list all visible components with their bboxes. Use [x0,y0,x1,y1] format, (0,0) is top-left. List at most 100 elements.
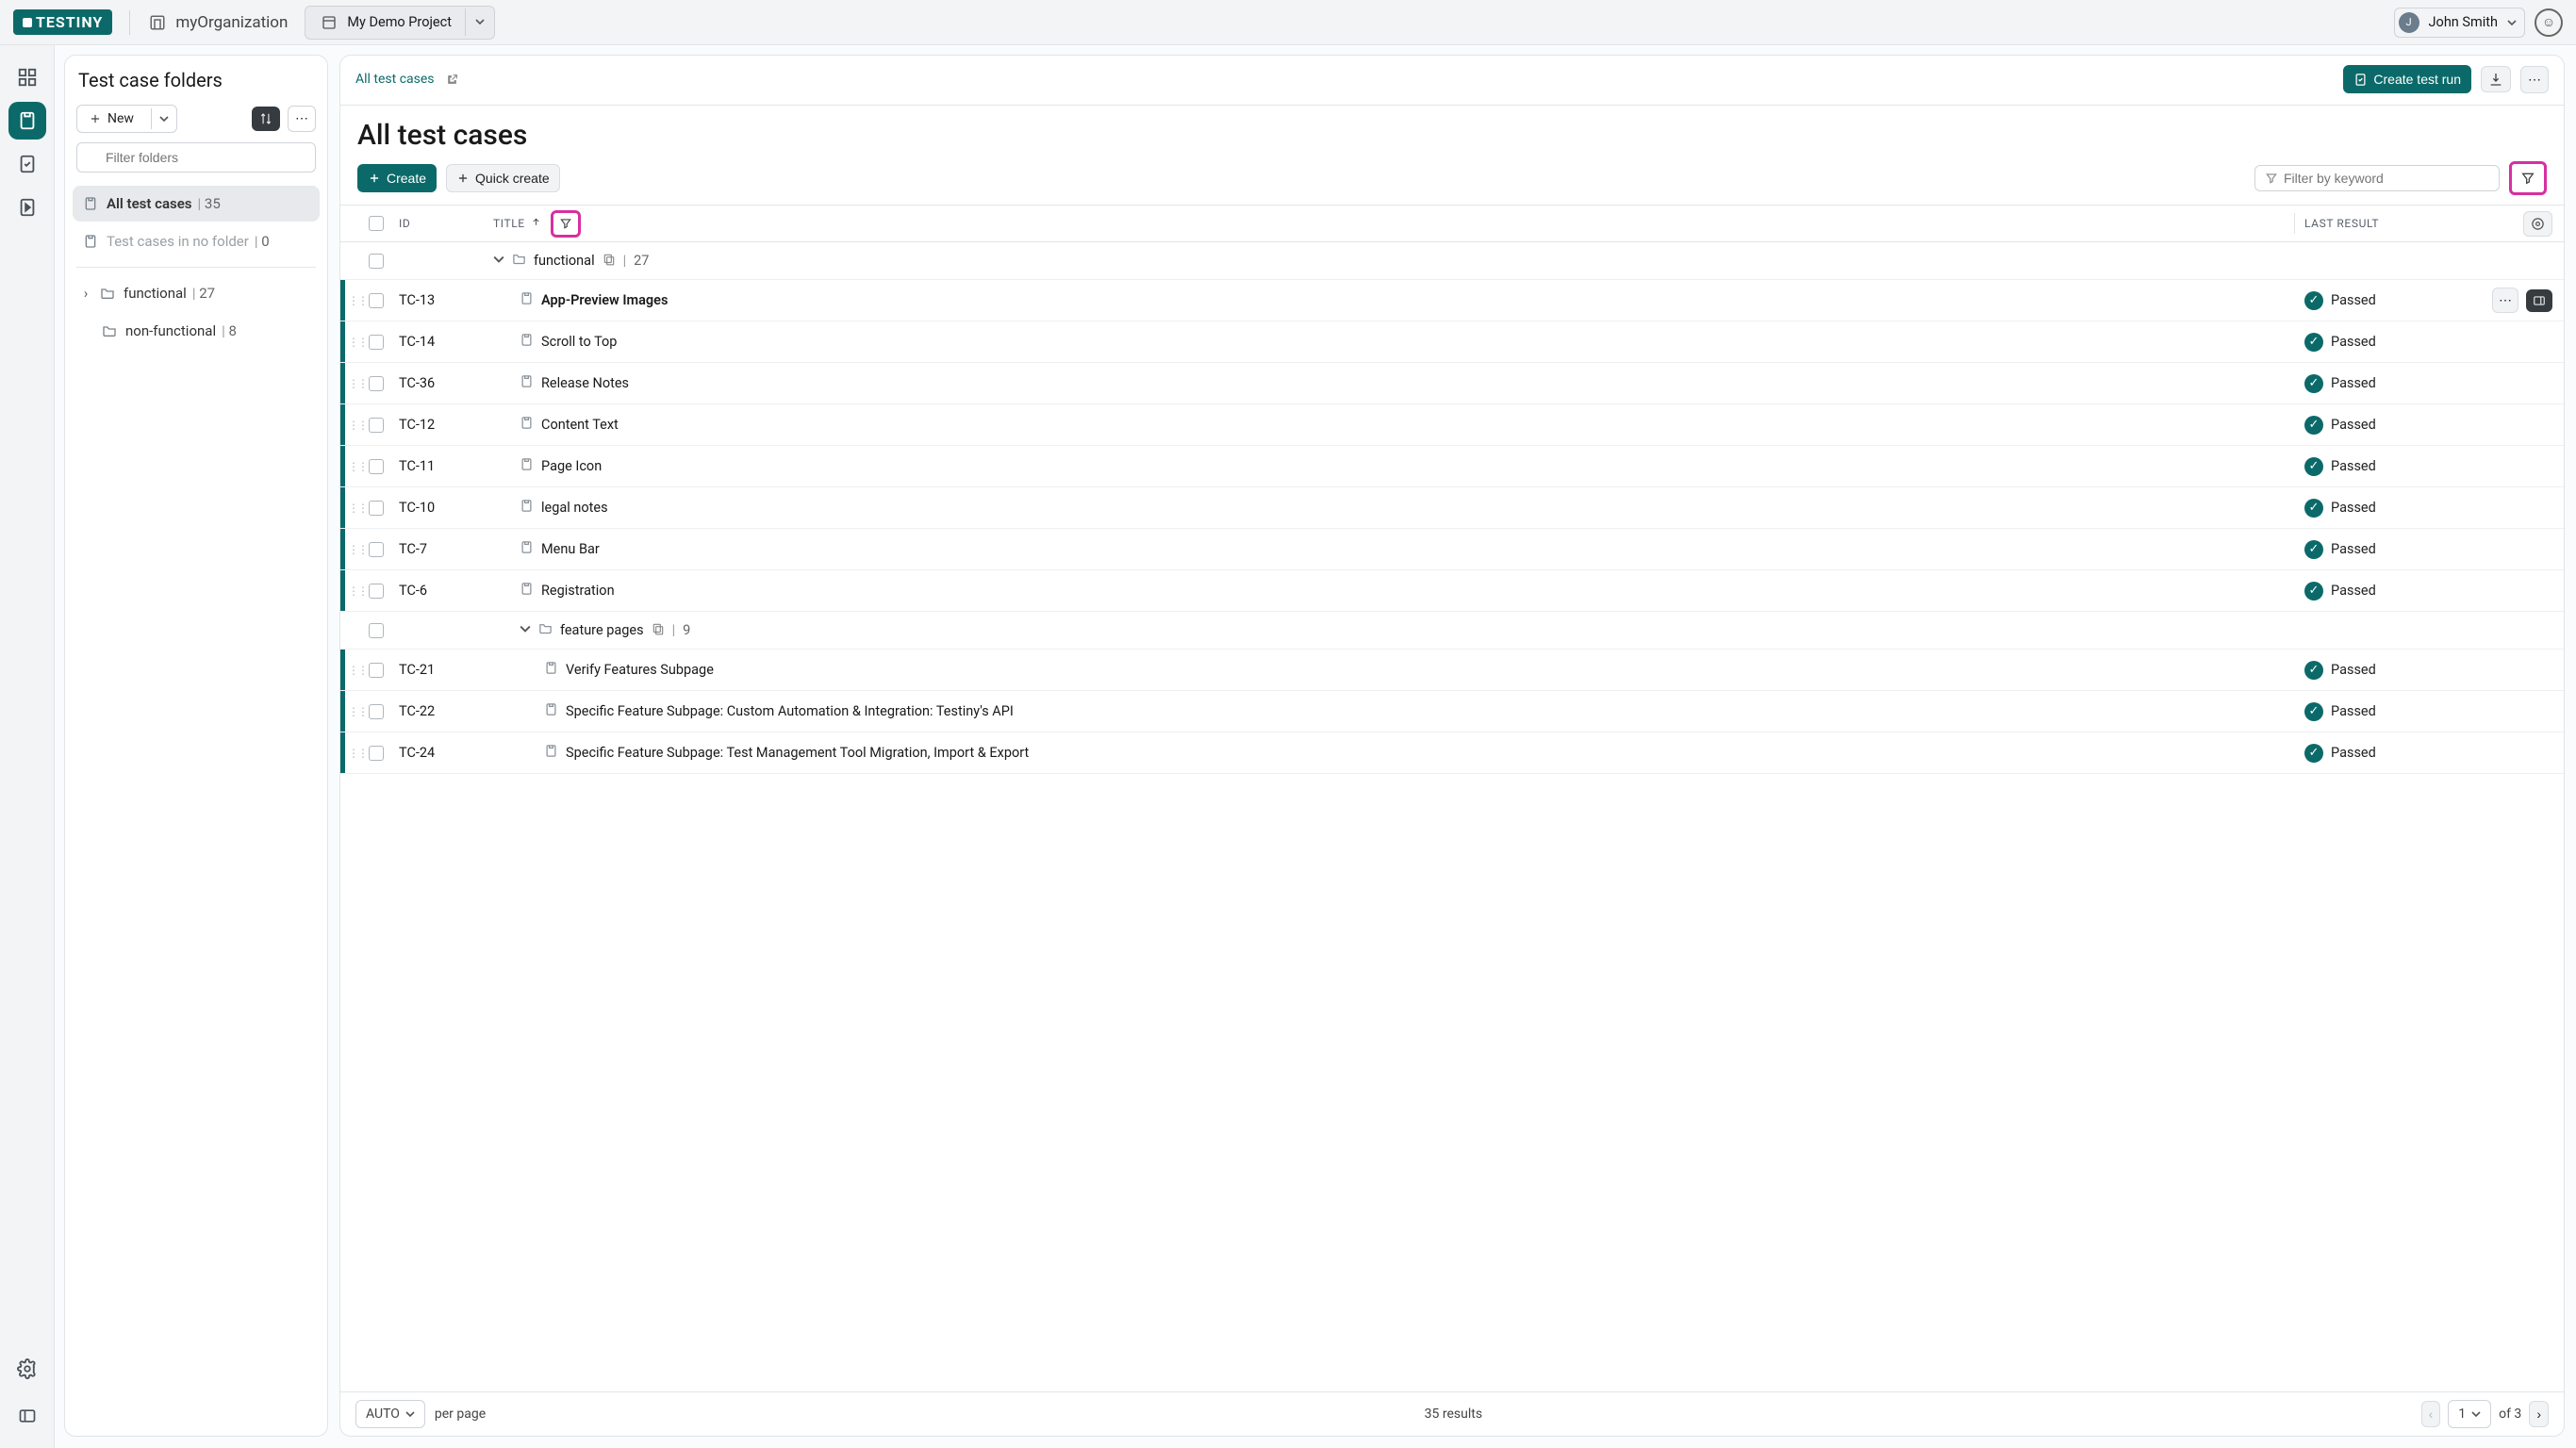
title-filter-button[interactable] [555,215,576,232]
drag-handle-icon[interactable]: ⋮⋮ [348,336,367,349]
rail-settings[interactable] [8,1350,46,1388]
table-row[interactable]: ⋮⋮ TC-22 Specific Feature Subpage: Custo… [340,691,2564,732]
folder-filter-input[interactable] [76,142,316,173]
table-row[interactable]: ⋮⋮ TC-36 Release Notes ✓ Passed [340,363,2564,404]
org-switch[interactable]: myOrganization [147,12,288,33]
page-size-select[interactable]: AUTO [355,1400,425,1428]
breadcrumb-item[interactable]: All test cases [355,72,435,87]
row-checkbox[interactable] [369,254,384,269]
project-name: My Demo Project [347,14,452,30]
table-row[interactable]: ⋮⋮ TC-11 Page Icon ✓ Passed [340,446,2564,487]
new-button[interactable]: New [76,105,177,133]
table-row[interactable]: ⋮⋮ TC-13 App-Preview Images ✓ Passed ⋯ [340,280,2564,321]
row-checkbox[interactable] [369,335,384,350]
per-page-label: per page [435,1407,486,1422]
folder-nofolder[interactable]: Test cases in no folder 0 [73,223,320,259]
folder-count: 27 [192,285,215,302]
row-checkbox[interactable] [369,293,384,308]
folder-all-testcases[interactable]: All test cases 35 [73,186,320,222]
table-row[interactable]: ⋮⋮ TC-21 Verify Features Subpage ✓ Passe… [340,650,2564,691]
folder-icon [538,621,553,639]
row-checkbox[interactable] [369,623,384,638]
row-id: TC-13 [399,292,493,308]
sort-asc-icon[interactable] [531,217,541,230]
table-group-row[interactable]: functional | 27 [340,242,2564,280]
chevron-down-icon[interactable] [520,622,531,638]
external-link-icon[interactable] [442,69,463,90]
help-icon[interactable]: ☺ [2535,8,2563,37]
sidebar-more-button[interactable]: ⋯ [288,106,316,132]
col-id[interactable]: ID [399,217,493,230]
col-title[interactable]: TITLE [493,217,525,230]
chevron-down-icon [2507,18,2517,27]
result-passed: ✓ Passed [2304,499,2512,518]
row-checkbox[interactable] [369,418,384,433]
select-all-checkbox[interactable] [369,216,384,231]
page-prev[interactable]: ‹ [2421,1401,2441,1427]
quick-create-button[interactable]: Quick create [446,164,560,192]
rail-plans[interactable] [8,189,46,226]
rail-collapse[interactable] [8,1397,46,1435]
rail-testcases[interactable] [8,102,46,140]
table-row[interactable]: ⋮⋮ TC-24 Specific Feature Subpage: Test … [340,732,2564,774]
filter-toggle-button[interactable] [2514,166,2542,190]
drag-handle-icon[interactable]: ⋮⋮ [348,502,367,515]
drag-handle-icon[interactable]: ⋮⋮ [348,377,367,390]
row-more-button[interactable]: ⋯ [2492,288,2518,313]
table-row[interactable]: ⋮⋮ TC-10 legal notes ✓ Passed [340,487,2564,529]
drag-handle-icon[interactable]: ⋮⋮ [348,294,367,307]
row-open-button[interactable] [2526,289,2552,312]
drag-handle-icon[interactable]: ⋮⋮ [348,664,367,677]
folder-functional[interactable]: › functional 27 [73,275,320,311]
more-button[interactable]: ⋯ [2520,66,2549,93]
drag-handle-icon[interactable]: ⋮⋮ [348,419,367,432]
drag-handle-icon[interactable]: ⋮⋮ [348,705,367,718]
sort-button[interactable] [252,107,280,131]
breadcrumb[interactable]: All test cases [355,69,463,90]
row-checkbox[interactable] [369,584,384,599]
clipboard-icon [520,499,534,517]
page-next[interactable]: › [2529,1401,2549,1427]
row-checkbox[interactable] [369,376,384,391]
user-menu[interactable]: J John Smith [2394,8,2525,38]
project-switch[interactable]: My Demo Project [305,6,495,40]
result-label: Passed [2331,458,2376,474]
chevron-right-icon[interactable]: › [80,285,91,302]
row-checkbox[interactable] [369,746,384,761]
table-row[interactable]: ⋮⋮ TC-14 Scroll to Top ✓ Passed [340,321,2564,363]
table-row[interactable]: ⋮⋮ TC-7 Menu Bar ✓ Passed [340,529,2564,570]
folder-nonfunctional[interactable]: non-functional 8 [73,313,320,349]
row-checkbox[interactable] [369,704,384,719]
user-name: John Smith [2429,14,2498,30]
rail-dashboard[interactable] [8,58,46,96]
import-button[interactable] [2481,66,2511,92]
create-button[interactable]: Create [357,164,437,192]
brand-logo[interactable]: TESTINY [13,9,112,35]
create-test-run-button[interactable]: Create test run [2343,65,2471,93]
stack-icon [652,622,665,639]
table-group-row[interactable]: feature pages | 9 [340,612,2564,650]
drag-handle-icon[interactable]: ⋮⋮ [348,460,367,473]
project-caret[interactable] [465,8,494,36]
page-current-select[interactable]: 1 [2448,1400,2491,1428]
drag-handle-icon[interactable]: ⋮⋮ [348,584,367,598]
table-row[interactable]: ⋮⋮ TC-12 Content Text ✓ Passed [340,404,2564,446]
row-checkbox[interactable] [369,542,384,557]
row-checkbox[interactable] [369,663,384,678]
rail-runs[interactable] [8,145,46,183]
row-title: Specific Feature Subpage: Test Managemen… [566,745,1029,761]
project-name-seg[interactable]: My Demo Project [305,7,465,39]
check-icon: ✓ [2304,702,2323,721]
row-checkbox[interactable] [369,459,384,474]
col-last-result[interactable]: LAST RESULT [2304,217,2512,230]
row-checkbox[interactable] [369,501,384,516]
check-icon: ✓ [2304,661,2323,680]
keyword-filter[interactable] [2254,165,2500,191]
table-row[interactable]: ⋮⋮ TC-6 Registration ✓ Passed [340,570,2564,612]
drag-handle-icon[interactable]: ⋮⋮ [348,543,367,556]
keyword-input[interactable] [2284,171,2489,186]
drag-handle-icon[interactable]: ⋮⋮ [348,747,367,760]
column-settings-button[interactable] [2523,211,2552,237]
new-caret[interactable] [151,108,176,129]
chevron-down-icon[interactable] [493,253,504,269]
